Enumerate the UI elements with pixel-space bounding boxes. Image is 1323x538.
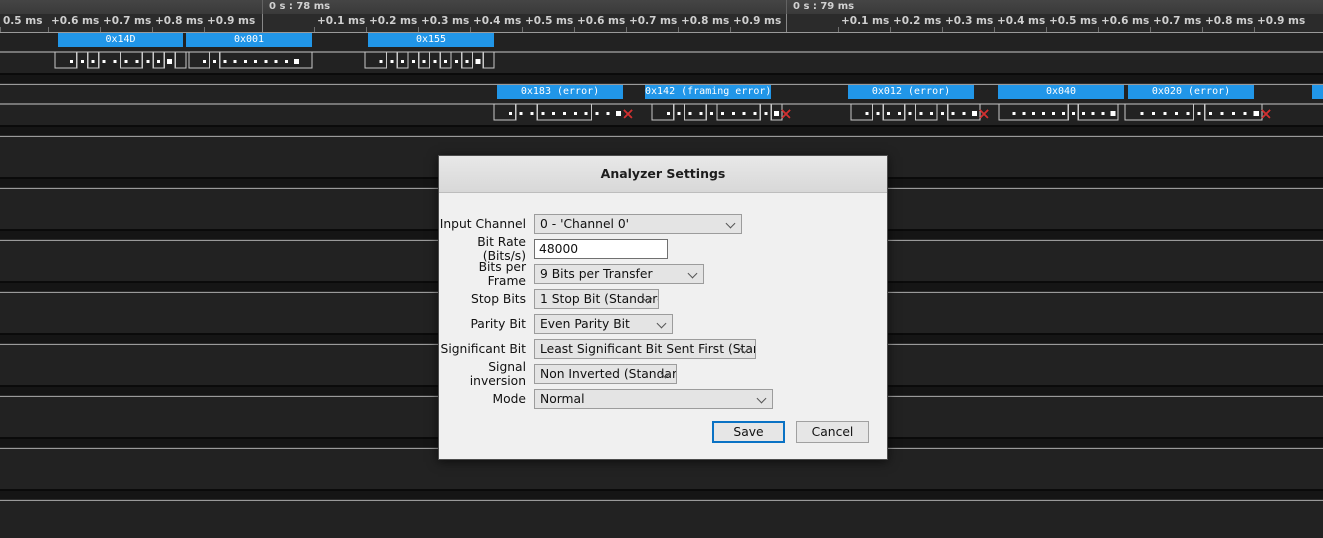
- bits-per-frame-select[interactable]: 9 Bits per Transfer: [534, 264, 704, 284]
- ruler-major-divider: [262, 14, 263, 32]
- signal-inversion-select[interactable]: Non Inverted (Standard): [534, 364, 677, 384]
- bit-rate-input[interactable]: 48000: [534, 239, 668, 259]
- field-row-input-channel: Input Channel 0 - 'Channel 0': [439, 211, 887, 236]
- ruler-minor-label: +0.8 ms: [681, 15, 729, 28]
- ruler-minor-label: +0.4 ms: [997, 15, 1045, 28]
- packet-label[interactable]: 0x183 (error): [497, 85, 623, 99]
- packet-label[interactable]: 0x142 (framing error): [645, 85, 771, 99]
- ruler-minor-label: +0.1 ms: [841, 15, 889, 28]
- signal-inversion-value: Non Inverted (Standard): [540, 367, 677, 381]
- waveform-lane-empty[interactable]: [0, 500, 1323, 538]
- ruler-minor-label: +0.9 ms: [733, 15, 781, 28]
- field-row-significant-bit: Significant Bit Least Significant Bit Sen…: [439, 336, 887, 361]
- label-bits-per-frame: Bits per Frame: [439, 260, 534, 288]
- ruler-minor-label: +0.7 ms: [1153, 15, 1201, 28]
- lane-separator: [0, 126, 1323, 136]
- waveform-lane-channel-0-decoded[interactable]: 0x14D0x001 0x155: [0, 32, 1323, 74]
- label-mode: Mode: [439, 392, 534, 406]
- mode-select[interactable]: Normal: [534, 389, 773, 409]
- cancel-button[interactable]: Cancel: [796, 421, 869, 443]
- packet-label[interactable]: 0x001: [186, 33, 312, 47]
- dialog-body: Input Channel 0 - 'Channel 0' Bit Rate (Bi…: [439, 193, 887, 411]
- ruler-minor-label: +0.2 ms: [893, 15, 941, 28]
- chevron-down-icon: [758, 394, 767, 403]
- stop-bits-select[interactable]: 1 Stop Bit (Standard): [534, 289, 659, 309]
- ruler-minor-label: +0.2 ms: [369, 15, 417, 28]
- label-signal-inversion: Signal inversion: [439, 360, 534, 388]
- field-row-bits-per-frame: Bits per Frame 9 Bits per Transfer: [439, 261, 887, 286]
- ruler-minor-label: +0.6 ms: [577, 15, 625, 28]
- dialog-title: Analyzer Settings: [439, 156, 887, 193]
- chevron-down-icon: [689, 269, 698, 278]
- field-row-parity-bit: Parity Bit Even Parity Bit: [439, 311, 887, 336]
- ruler-minor-label: 0.5 ms: [3, 15, 42, 28]
- ruler-minor-band[interactable]: 0.5 ms +0.6 ms +0.7 ms +0.8 ms +0.9 ms +0.1 m…: [0, 14, 1323, 32]
- bits-per-frame-value: 9 Bits per Transfer: [540, 267, 653, 281]
- label-bit-rate: Bit Rate (Bits/s): [439, 235, 534, 263]
- label-significant-bit: Significant Bit: [439, 342, 534, 356]
- packet-label[interactable]: 0x040: [998, 85, 1124, 99]
- waveform-trace: [0, 48, 1323, 74]
- analyzer-settings-dialog: Analyzer Settings Input Channel 0 - 'Chan…: [438, 155, 888, 460]
- chevron-down-icon: [662, 369, 671, 378]
- packet-label[interactable]: 0x14D: [58, 33, 183, 47]
- field-row-signal-inversion: Signal inversion Non Inverted (Standard): [439, 361, 887, 386]
- significant-bit-select[interactable]: Least Significant Bit Sent First (Standa…: [534, 339, 756, 359]
- label-stop-bits: Stop Bits: [439, 292, 534, 306]
- chevron-down-icon: [644, 294, 653, 303]
- ruler-major-band[interactable]: 0 s : 78 ms 0 s : 79 ms: [0, 0, 1323, 15]
- ruler-minor-label: +0.7 ms: [103, 15, 151, 28]
- ruler-major-divider: [786, 14, 787, 32]
- ruler-minor-label: +0.3 ms: [421, 15, 469, 28]
- input-channel-select[interactable]: 0 - 'Channel 0': [534, 214, 742, 234]
- chevron-down-icon: [658, 319, 667, 328]
- save-button[interactable]: Save: [712, 421, 785, 443]
- ruler-minor-label: +0.4 ms: [473, 15, 521, 28]
- ruler-minor-label: +0.8 ms: [155, 15, 203, 28]
- chevron-down-icon: [727, 219, 736, 228]
- ruler-minor-label: +0.9 ms: [207, 15, 255, 28]
- ruler-minor-label: +0.5 ms: [525, 15, 573, 28]
- lane-background: [0, 500, 1323, 538]
- parity-bit-select[interactable]: Even Parity Bit: [534, 314, 673, 334]
- timeline-ruler[interactable]: 0 s : 78 ms 0 s : 79 ms 0.5 ms +0.6 ms +0.7…: [0, 0, 1323, 32]
- field-row-bit-rate: Bit Rate (Bits/s)48000: [439, 236, 887, 261]
- significant-bit-value: Least Significant Bit Sent First (Standa…: [540, 342, 756, 356]
- waveform-trace: [0, 100, 1323, 126]
- packet-label[interactable]: 0x012 (error): [848, 85, 974, 99]
- dialog-button-bar: Save Cancel: [712, 421, 869, 443]
- packet-label[interactable]: 0x020 (error): [1128, 85, 1254, 99]
- label-parity-bit: Parity Bit: [439, 317, 534, 331]
- ruler-minor-label: +0.6 ms: [1101, 15, 1149, 28]
- chevron-down-icon: [741, 344, 750, 353]
- input-channel-value: 0 - 'Channel 0': [540, 217, 629, 231]
- packet-label[interactable]: [1312, 85, 1323, 99]
- field-row-stop-bits: Stop Bits 1 Stop Bit (Standard): [439, 286, 887, 311]
- ruler-minor-label: +0.3 ms: [945, 15, 993, 28]
- waveform-lane-channel-1-decoded[interactable]: 0x183 (error) 0x142 (framing error) 0x012 …: [0, 84, 1323, 126]
- ruler-minor-label: +0.9 ms: [1257, 15, 1305, 28]
- ruler-minor-label: +0.5 ms: [1049, 15, 1097, 28]
- ruler-minor-label: +0.6 ms: [51, 15, 99, 28]
- stop-bits-value: 1 Stop Bit (Standard): [540, 292, 659, 306]
- ruler-major-label: 0 s : 78 ms: [262, 0, 330, 14]
- lane-separator: [0, 490, 1323, 500]
- packet-label-band: 0x14D0x001 0x155: [0, 32, 1323, 48]
- lane-separator: [0, 74, 1323, 84]
- ruler-major-label: 0 s : 79 ms: [786, 0, 854, 14]
- ruler-minor-label: +0.8 ms: [1205, 15, 1253, 28]
- ruler-minor-label: +0.1 ms: [317, 15, 365, 28]
- mode-value: Normal: [540, 392, 585, 406]
- field-row-mode: Mode Normal: [439, 386, 887, 411]
- packet-label-band: 0x183 (error) 0x142 (framing error) 0x012 …: [0, 84, 1323, 100]
- packet-label[interactable]: 0x155: [368, 33, 494, 47]
- label-input-channel: Input Channel: [439, 217, 534, 231]
- parity-bit-value: Even Parity Bit: [540, 317, 630, 331]
- ruler-minor-label: +0.7 ms: [629, 15, 677, 28]
